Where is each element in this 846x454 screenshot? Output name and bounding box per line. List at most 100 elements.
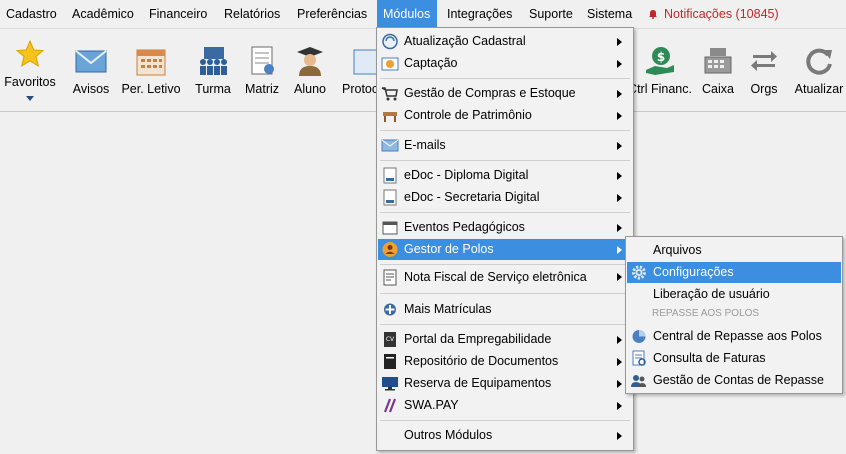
caixa-button[interactable]: Caixa [697,29,739,111]
submenu-item-liberacao-usuario[interactable]: Liberação de usuário [627,284,841,305]
submenu-item-central-repasse[interactable]: Central de Repasse aos Polos [627,326,841,347]
furniture-icon [383,112,397,122]
class-group-icon [200,47,227,75]
menu-academico[interactable]: Acadêmico [66,0,140,28]
menu-suporte[interactable]: Suporte [523,0,579,28]
menu-separator [380,130,630,131]
menu-item-outros-modulos[interactable]: Outros Módulos [378,425,632,446]
notifications-link[interactable]: Notificações (10845) [642,0,785,28]
menu-item-edoc-diploma[interactable]: eDoc - Diploma Digital [378,165,632,186]
cash-register-icon [704,48,732,74]
shopping-cart-icon [381,87,398,101]
menu-separator [380,212,630,213]
monitor-icon [382,377,398,391]
gestor-polos-submenu: Arquivos Configurações Liberação de usuá… [625,236,843,394]
captacao-icon [381,57,399,71]
menu-item-atualizacao-cadastral[interactable]: Atualização Cadastral [378,31,632,52]
menu-item-label: Mais Matrículas [404,302,492,316]
atualizar-button[interactable]: Atualizar [792,29,846,111]
favoritos-label: Favoritos [4,75,56,89]
menu-item-mais-matriculas[interactable]: Mais Matrículas [378,299,632,320]
menu-cadastro[interactable]: Cadastro [0,0,63,28]
menu-item-captacao[interactable]: Captação [378,53,632,74]
menu-item-repositorio-documentos[interactable]: Repositório de Documentos [378,351,632,372]
edoc-icon [383,189,397,206]
ctrl-financ-label: Ctrl Financ. [628,82,692,96]
submenu-section-header: REPASSE AOS POLOS [652,308,760,319]
submenu-item-consulta-faturas[interactable]: Consulta de Faturas [627,348,841,369]
submenu-item-label: Gestão de Contas de Repasse [653,373,824,387]
favoritos-button[interactable]: Favoritos [0,29,60,111]
envelope-icon [75,50,107,73]
submenu-item-label: Liberação de usuário [653,287,770,301]
menu-item-label: Gestor de Polos [404,242,494,256]
chevron-down-icon [26,96,34,101]
modulos-menu: Atualização Cadastral Captação Gestão de… [376,27,634,451]
menu-relatorios[interactable]: Relatórios [218,0,286,28]
aluno-button[interactable]: Aluno [289,29,331,111]
menu-item-label: Gestão de Compras e Estoque [404,86,576,100]
matriz-button[interactable]: Matriz [240,29,284,111]
menu-item-reserva-equipamentos[interactable]: Reserva de Equipamentos [378,373,632,394]
menu-item-swa-pay[interactable]: SWA.PAY [378,395,632,416]
notification-bell-icon [649,10,657,19]
protocolo-button[interactable]: Protoc [340,29,380,111]
submenu-arrow-icon [617,432,622,440]
menu-modulos[interactable]: Módulos [377,0,437,27]
menu-item-nota-fiscal[interactable]: Nota Fiscal de Serviço eletrônica [378,266,632,289]
submenu-arrow-icon [617,38,622,46]
menu-item-edoc-secretaria[interactable]: eDoc - Secretaria Digital [378,187,632,208]
avisos-button[interactable]: Avisos [68,29,114,111]
menu-sistema[interactable]: Sistema [581,0,638,28]
refresh-profile-icon [382,33,398,50]
menu-item-gestao-compras[interactable]: Gestão de Compras e Estoque [378,83,632,104]
money-hand-icon: $ [646,47,674,75]
menu-item-portal-empregabilidade[interactable]: CV Portal da Empregabilidade [378,329,632,350]
refresh-icon [806,48,832,75]
submenu-arrow-icon [617,402,622,410]
swap-arrows-icon [751,51,777,71]
student-icon [297,47,323,76]
submenu-item-arquivos[interactable]: Arquivos [627,240,841,261]
submenu-arrow-icon [617,112,622,120]
turma-button[interactable]: Turma [190,29,236,111]
orgs-button[interactable]: Orgs [744,29,784,111]
cv-icon: CV [384,332,396,347]
submenu-item-gestao-contas[interactable]: Gestão de Contas de Repasse [627,370,841,391]
swa-pay-icon [383,398,397,413]
menu-bar: Cadastro Acadêmico Financeiro Relatórios… [0,0,846,29]
document-icon [251,46,274,75]
menu-financeiro[interactable]: Financeiro [143,0,213,28]
mais-matriculas-icon [384,303,396,316]
protocolo-label: Protoc [342,82,379,96]
menu-item-label: eDoc - Diploma Digital [404,168,529,182]
submenu-arrow-icon [617,60,622,68]
menu-separator [380,264,630,265]
submenu-arrow-icon [617,142,622,150]
aluno-label: Aluno [294,82,326,96]
invoice-icon [383,269,397,286]
submenu-item-label: Configurações [653,265,734,279]
menu-integracoes[interactable]: Integrações [441,0,518,28]
submenu-arrow-icon [617,358,622,366]
menu-item-emails[interactable]: E-mails [378,135,632,156]
submenu-item-configuracoes[interactable]: Configurações [627,262,841,283]
menu-preferencias[interactable]: Preferências [291,0,373,28]
per-letivo-label: Per. Letivo [121,82,181,96]
menu-separator [380,324,630,325]
menu-item-eventos-pedagogicos[interactable]: Eventos Pedagógicos [378,217,632,238]
menu-item-gestor-polos[interactable]: Gestor de Polos [378,239,632,260]
menu-item-label: Captação [404,56,458,70]
gear-icon [632,265,646,280]
menu-separator [380,160,630,161]
submenu-arrow-icon [617,90,622,98]
menu-item-label: SWA.PAY [404,398,459,412]
menu-item-label: eDoc - Secretaria Digital [404,190,540,204]
turma-label: Turma [195,82,231,96]
pie-chart-icon [632,330,646,343]
svg-text:$: $ [657,50,665,64]
ctrl-financ-button[interactable]: $ Ctrl Financ. [628,29,692,111]
periodo-letivo-button[interactable]: Per. Letivo [118,29,184,111]
submenu-arrow-icon [617,246,622,254]
menu-item-controle-patrimonio[interactable]: Controle de Patrimônio [378,105,632,126]
